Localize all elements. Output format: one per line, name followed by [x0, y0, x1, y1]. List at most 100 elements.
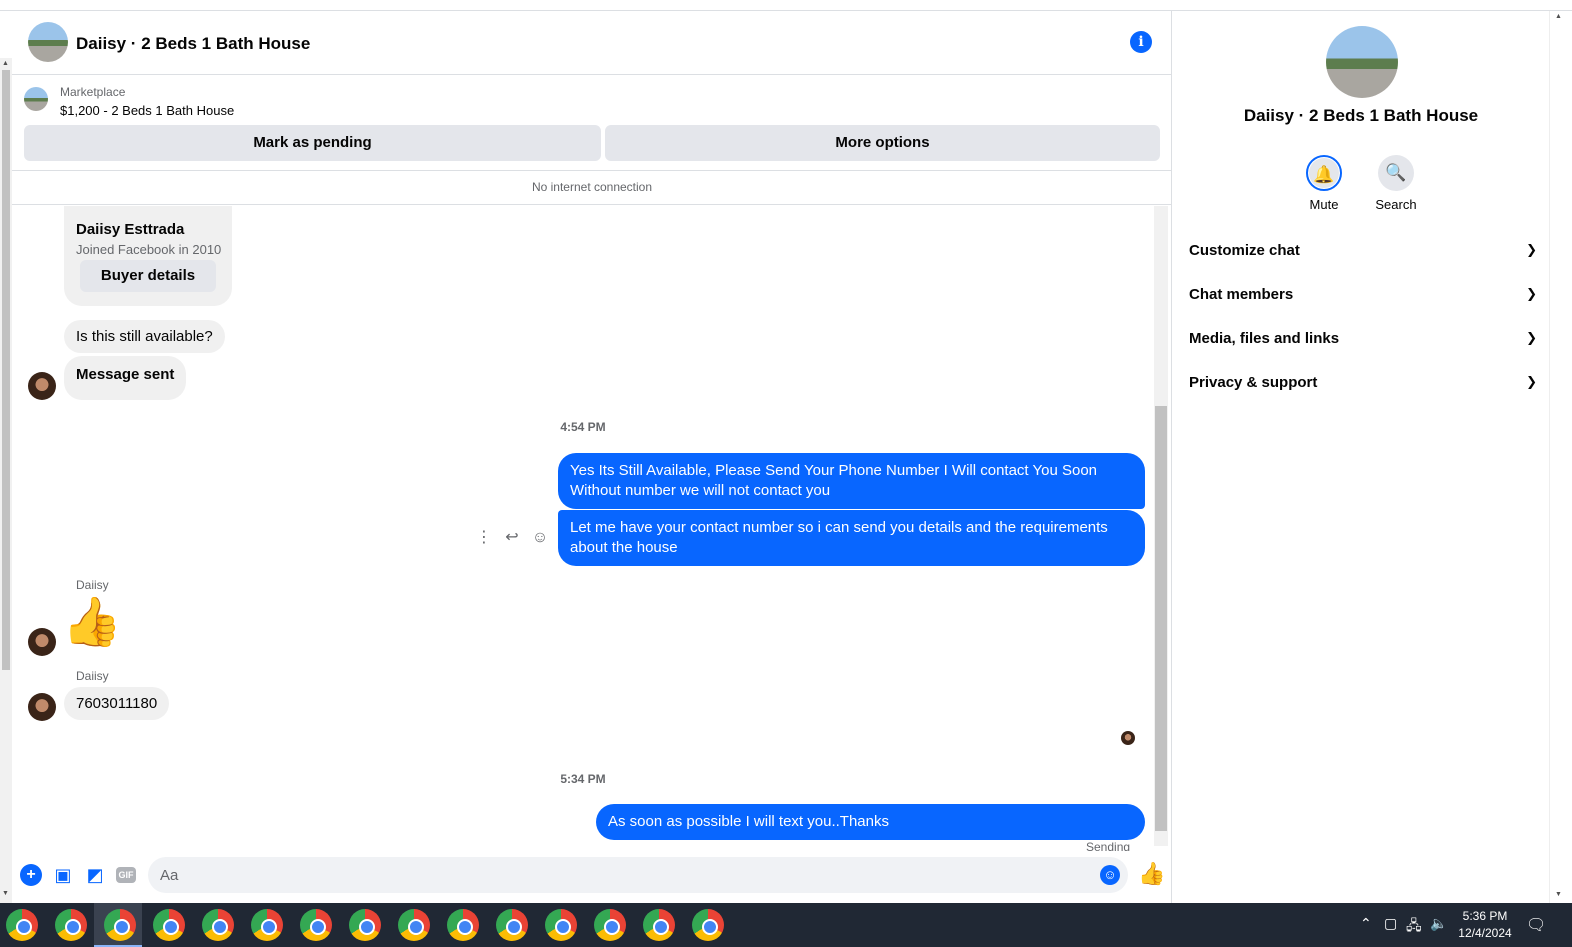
chrome-app-icon[interactable] — [496, 909, 528, 941]
bell-icon: 🔔 — [1306, 155, 1342, 191]
chrome-app-icon[interactable] — [251, 909, 283, 941]
message-bubble-outgoing[interactable]: Let me have your contact number so i can… — [558, 510, 1145, 566]
contact-avatar[interactable] — [28, 628, 56, 656]
clock-time: 5:36 PM — [1462, 909, 1508, 923]
message-bubble-outgoing[interactable]: Yes Its Still Available, Please Send You… — [558, 453, 1145, 509]
message-bubble-incoming[interactable]: Is this still available? — [64, 320, 225, 353]
scroll-down-arrow-icon[interactable]: ▼ — [2, 890, 9, 897]
search-button[interactable]: 🔍 Search — [1366, 155, 1426, 212]
notifications-icon[interactable]: 🗨 — [1526, 915, 1546, 935]
sidebar-row-label: Chat members — [1189, 286, 1294, 303]
clock-date: 12/4/2024 — [1458, 926, 1512, 940]
chrome-app-icon[interactable] — [594, 909, 626, 941]
meet-now-icon[interactable]: ▢ — [1384, 915, 1397, 932]
reply-icon[interactable]: ↩ — [498, 527, 526, 547]
chevron-down-icon: ❯ — [1526, 286, 1537, 301]
chrome-app-icon[interactable] — [6, 909, 38, 941]
contact-avatar[interactable] — [28, 372, 56, 400]
message-scrollbar-thumb[interactable] — [1155, 406, 1167, 831]
mute-button[interactable]: 🔔 Mute — [1294, 155, 1354, 212]
message-bubble-outgoing[interactable]: As soon as possible I will text you..Tha… — [596, 804, 1145, 840]
chrome-app-icon[interactable] — [55, 909, 87, 941]
sticker-icon[interactable]: ◩ — [84, 864, 106, 886]
scroll-up-arrow-icon[interactable]: ▲ — [2, 60, 9, 67]
gif-icon[interactable]: GIF — [116, 867, 136, 883]
chrome-app-icon[interactable] — [300, 909, 332, 941]
marketplace-banner: Marketplace $1,200 - 2 Beds 1 Bath House… — [12, 75, 1172, 171]
connection-status: No internet connection — [12, 171, 1172, 205]
sidebar-avatar[interactable] — [1326, 26, 1398, 98]
contact-avatar[interactable] — [28, 693, 56, 721]
chrome-app-icon[interactable] — [398, 909, 430, 941]
scroll-up-arrow-icon[interactable]: ▲ — [1555, 13, 1562, 20]
chevron-down-icon: ❯ — [1526, 242, 1537, 257]
message-timestamp: 4:54 PM — [560, 420, 606, 434]
marketplace-label: Marketplace — [60, 85, 126, 99]
sidebar-row-media-files-links[interactable]: Media, files and links ❯ — [1189, 330, 1537, 358]
listing-price-title[interactable]: $1,200 - 2 Beds 1 Bath House — [60, 103, 234, 118]
mute-label: Mute — [1309, 197, 1339, 212]
chevron-down-icon: ❯ — [1526, 330, 1537, 345]
composer: + ▣ ◩ GIF ☺ 👍 — [12, 851, 1172, 903]
chrome-app-icon[interactable] — [153, 909, 185, 941]
sidebar-row-label: Privacy & support — [1189, 374, 1318, 391]
sender-name: Daiisy — [76, 669, 109, 683]
message-sending-status: Sending — [1086, 840, 1131, 851]
taskbar: ⌃ ▢ 🖧 🔈 5:36 PM 12/4/2024 🗨 — [0, 903, 1572, 947]
plus-icon[interactable]: + — [20, 864, 42, 886]
thumbs-up-sticker-icon[interactable]: 👍 — [62, 596, 122, 650]
message-timestamp: 5:34 PM — [560, 772, 606, 786]
chrome-app-icon[interactable] — [545, 909, 577, 941]
message-actions: ⋮ ↩ ☺ — [470, 527, 554, 547]
chrome-app-icon[interactable] — [692, 909, 724, 941]
chrome-app-icon[interactable] — [202, 909, 234, 941]
emoji-icon[interactable]: ☺ — [1100, 865, 1120, 885]
listing-thumbnail[interactable] — [24, 87, 48, 111]
search-label: Search — [1375, 197, 1417, 212]
buyer-card: Daiisy Esttrada Joined Facebook in 2010 … — [64, 206, 232, 306]
top-edge — [0, 0, 1572, 11]
buyer-joined: Joined Facebook in 2010 — [76, 242, 222, 257]
chevron-down-icon: ❯ — [1526, 374, 1537, 389]
buyer-name: Daiisy Esttrada — [76, 221, 185, 238]
page-scrollbar-thumb[interactable] — [2, 70, 10, 670]
window-scrollbar[interactable]: ▲ ▼ — [1549, 11, 1572, 903]
read-receipt-avatar — [1121, 731, 1135, 745]
page-scrollbar[interactable]: ▲ ▼ — [0, 58, 12, 903]
sidebar-row-chat-members[interactable]: Chat members ❯ — [1189, 286, 1537, 314]
photo-icon[interactable]: ▣ — [52, 864, 74, 886]
message-input[interactable] — [148, 857, 1128, 893]
sidebar-row-label: Media, files and links — [1189, 330, 1340, 347]
listing-avatar[interactable] — [28, 22, 68, 62]
mark-as-pending-button[interactable]: Mark as pending — [24, 125, 601, 161]
like-icon[interactable]: 👍 — [1138, 861, 1165, 887]
message-list: Daiisy Esttrada Joined Facebook in 2010 … — [12, 206, 1172, 851]
taskbar-clock[interactable]: 5:36 PM 12/4/2024 — [1450, 908, 1520, 942]
sidebar-row-privacy-support[interactable]: Privacy & support ❯ — [1189, 374, 1537, 402]
message-scrollbar[interactable] — [1154, 206, 1168, 846]
network-icon[interactable]: 🖧 — [1406, 915, 1422, 939]
buyer-details-button[interactable]: Buyer details — [80, 260, 216, 292]
chevron-up-icon[interactable]: ⌃ — [1360, 915, 1372, 932]
chrome-app-icon[interactable] — [104, 909, 136, 941]
chat-panel: Daiisy · 2 Beds 1 Bath House i Marketpla… — [12, 11, 1172, 903]
sender-name: Daiisy — [76, 578, 109, 592]
chrome-app-icon[interactable] — [447, 909, 479, 941]
info-icon[interactable]: i — [1130, 31, 1152, 53]
message-bubble-incoming[interactable]: Message sent — [64, 356, 187, 400]
sidebar-row-customize-chat[interactable]: Customize chat ❯ — [1189, 242, 1537, 270]
chat-header: Daiisy · 2 Beds 1 Bath House i — [12, 11, 1172, 75]
more-options-button[interactable]: More options — [605, 125, 1160, 161]
sidebar-title: Daiisy · 2 Beds 1 Bath House — [1243, 106, 1479, 125]
scroll-down-arrow-icon[interactable]: ▼ — [1555, 891, 1562, 898]
chat-title[interactable]: Daiisy · 2 Beds 1 Bath House — [76, 34, 310, 54]
more-vertical-icon[interactable]: ⋮ — [470, 527, 498, 547]
react-smiley-icon[interactable]: ☺ — [526, 529, 554, 547]
chrome-app-icon[interactable] — [349, 909, 381, 941]
chat-info-sidebar: Daiisy · 2 Beds 1 Bath House 🔔 Mute 🔍 Se… — [1173, 11, 1549, 903]
sidebar-row-label: Customize chat — [1189, 242, 1300, 259]
volume-icon[interactable]: 🔈 — [1430, 915, 1447, 932]
message-bubble-incoming[interactable]: 7603011180 — [64, 687, 170, 720]
search-icon: 🔍 — [1378, 155, 1414, 191]
chrome-app-icon[interactable] — [643, 909, 675, 941]
